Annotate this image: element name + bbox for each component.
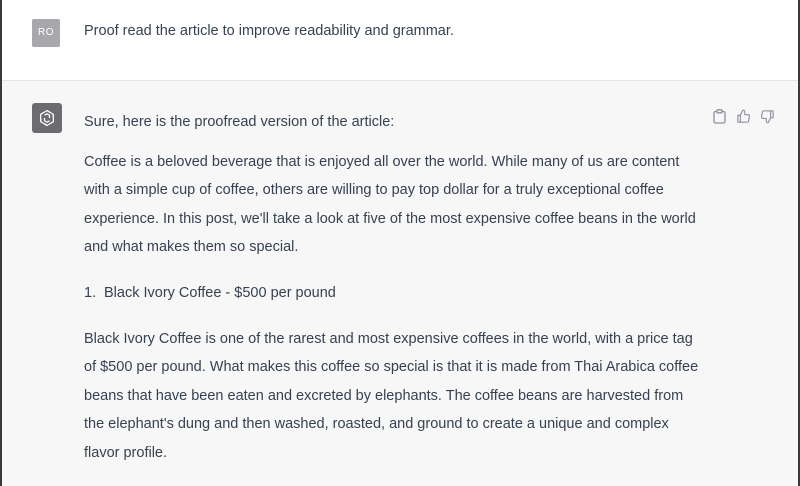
list-item: 1. Black Ivory Coffee - $500 per pound [84,279,704,308]
list-item-number: 1. [84,284,97,301]
user-message-text: Proof read the article to improve readab… [84,23,454,39]
chat-window: RO Proof read the article to improve rea… [0,0,800,486]
user-avatar: RO [32,19,60,47]
clipboard-icon[interactable] [710,107,728,125]
openai-logo-icon [40,109,54,127]
list-item-text: Black Ivory Coffee - $500 per pound [104,284,336,301]
thumbs-down-icon[interactable] [758,107,776,125]
article-paragraph: Coffee is a beloved beverage that is enj… [84,153,696,256]
article-paragraph: Black Ivory Coffee is one of the rarest … [84,330,699,461]
assistant-avatar [32,103,62,133]
assistant-message-row: Sure, here is the proofread version of t… [2,81,798,486]
thumbs-up-icon[interactable] [734,107,752,125]
assistant-intro: Sure, here is the proofread version of t… [84,114,395,130]
assistant-message-content: Sure, here is the proofread version of t… [84,108,704,468]
user-message-row: RO Proof read the article to improve rea… [2,0,798,81]
message-actions [710,107,776,125]
